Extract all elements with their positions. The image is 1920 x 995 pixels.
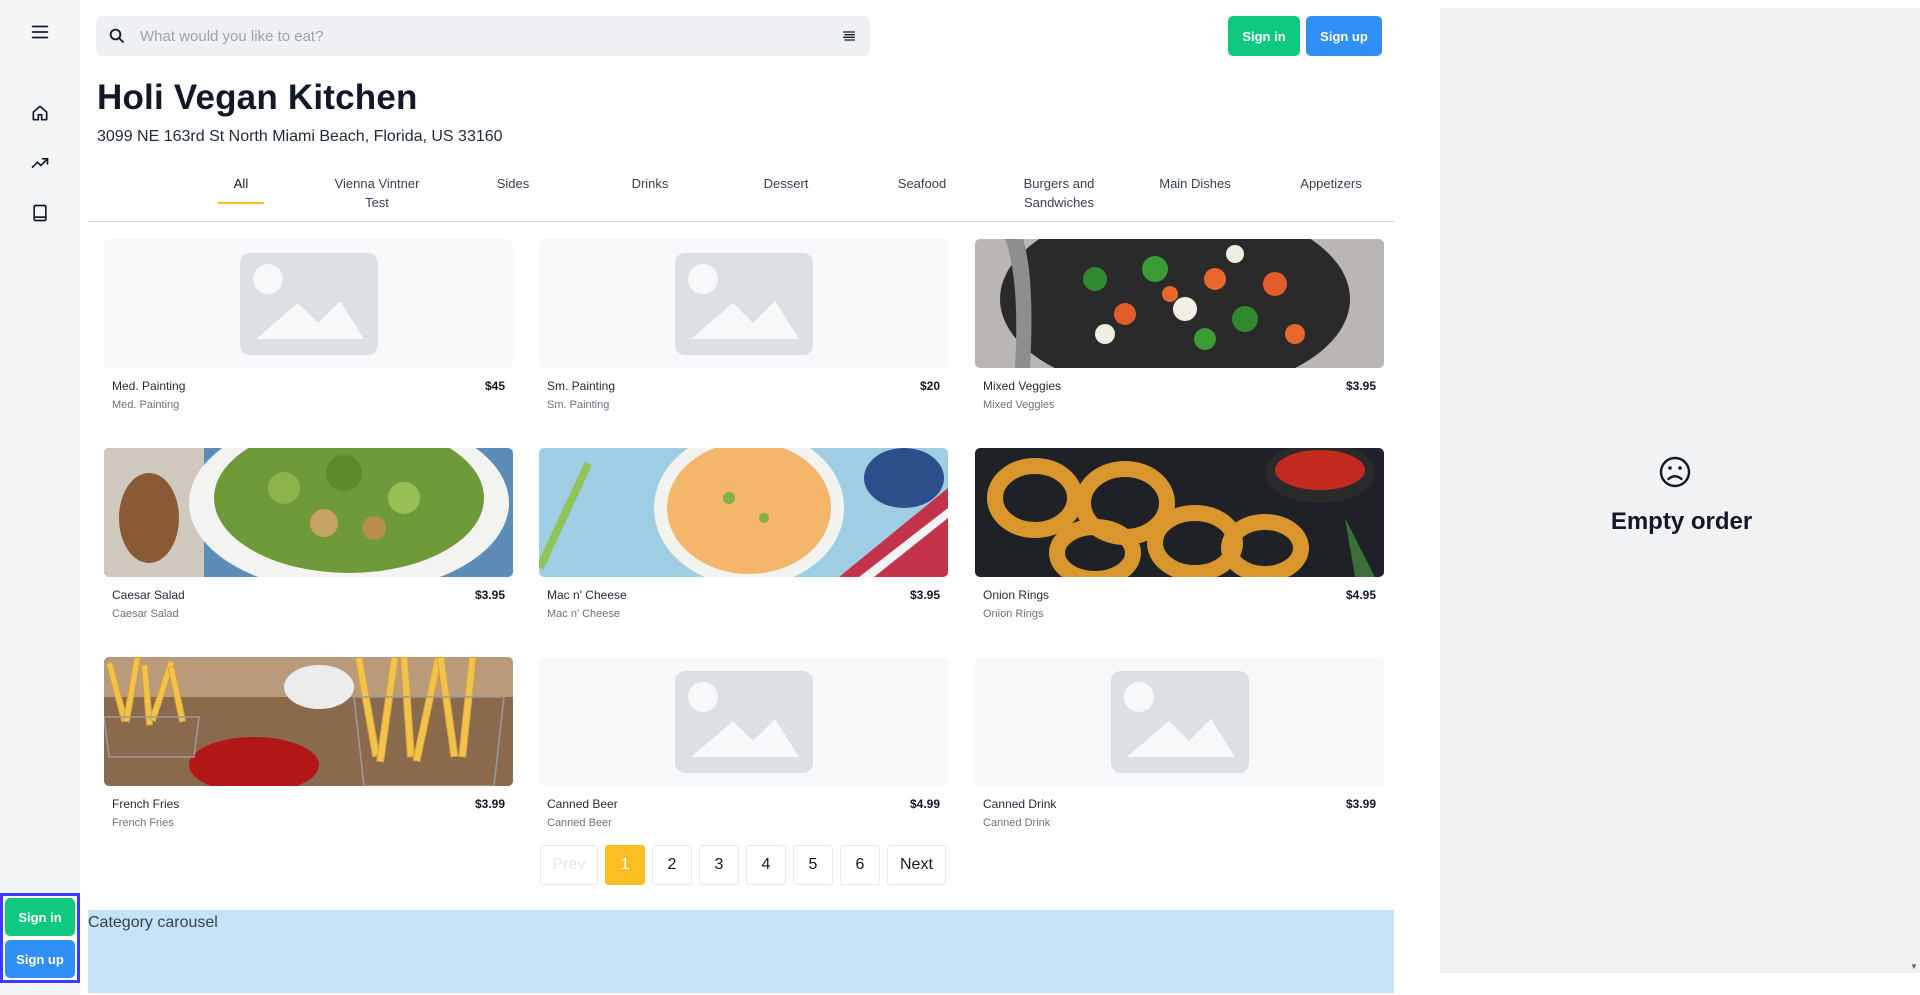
restaurant-name: Holi Vegan Kitchen	[97, 78, 418, 117]
tab-label: Burgers and Sandwiches	[1023, 176, 1095, 210]
tab-label: Appetizers	[1300, 176, 1362, 191]
sidebar: Sign in Sign up	[0, 0, 80, 995]
tab-seafood[interactable]: Seafood	[872, 174, 972, 193]
item-name: Sm. Painting	[547, 379, 616, 393]
tab-label: Seafood	[897, 176, 947, 191]
tab-appetizers[interactable]: Appetizers	[1281, 174, 1381, 193]
menu-item-card[interactable]: Onion Rings $4.95 Onion Rings	[975, 448, 1384, 638]
placeholder-image-icon	[104, 239, 513, 368]
item-price: $4.95	[1345, 588, 1376, 602]
page-button-1[interactable]: 1	[605, 845, 645, 885]
placeholder-image-icon	[539, 657, 948, 786]
item-description: Onion Rings	[983, 608, 1044, 620]
tab-drinks[interactable]: Drinks	[600, 174, 700, 193]
sad-face-icon	[1659, 456, 1691, 488]
tab-label: Vienna Vintner Test	[334, 176, 420, 210]
item-name: Canned Beer	[547, 797, 618, 811]
item-description: Canned Drink	[983, 817, 1051, 829]
item-description: Mac n' Cheese	[547, 608, 621, 620]
sidebar-sign-up-button[interactable]: Sign up	[5, 940, 75, 978]
sign-up-button[interactable]: Sign up	[1306, 16, 1382, 56]
item-description: Med. Painting	[112, 399, 180, 411]
search-icon	[108, 27, 126, 45]
tab-label: All	[233, 176, 249, 191]
menu-item-card[interactable]: Sm. Painting $20 Sm. Painting	[539, 239, 948, 429]
item-name: Caesar Salad	[112, 588, 185, 602]
onion-rings-photo	[975, 448, 1384, 577]
item-price: $3.95	[909, 588, 940, 602]
category-carousel: Category carousel	[88, 910, 1394, 993]
page-button-6[interactable]: 6	[840, 845, 880, 885]
tab-label: Sides	[496, 176, 530, 191]
menu-item-card[interactable]: Mac n' Cheese $3.95 Mac n' Cheese	[539, 448, 948, 638]
placeholder-image-icon	[975, 657, 1384, 786]
item-price: $3.95	[1345, 379, 1376, 393]
trending-icon[interactable]	[24, 147, 56, 179]
app: Sign in Sign up Sign in Sign up Holi Veg…	[0, 0, 1920, 995]
item-name: Mac n' Cheese	[547, 588, 627, 602]
sign-in-button[interactable]: Sign in	[1228, 16, 1300, 56]
item-price: $4.99	[909, 797, 940, 811]
item-price: $45	[484, 379, 505, 393]
tab-sides[interactable]: Sides	[463, 174, 563, 193]
mac-cheese-photo	[539, 448, 948, 577]
item-price: $3.95	[474, 588, 505, 602]
caesar-salad-photo	[104, 448, 513, 577]
prev-page-button[interactable]: Prev	[540, 845, 598, 885]
item-name: Med. Painting	[112, 379, 186, 393]
item-description: Canned Beer	[547, 817, 612, 829]
pagination: Prev 1 2 3 4 5 6 Next	[540, 845, 946, 885]
placeholder-image-icon	[539, 239, 948, 368]
next-page-button[interactable]: Next	[887, 845, 946, 885]
item-price: $3.99	[1345, 797, 1376, 811]
empty-order-text: Empty order	[1610, 508, 1753, 535]
item-description: Caesar Salad	[112, 608, 179, 620]
category-tabs: All Vienna Vintner Test Sides Drinks Des…	[88, 168, 1394, 222]
menu-item-card[interactable]: Canned Drink $3.99 Canned Drink	[975, 657, 1384, 847]
search-input[interactable]	[140, 27, 840, 45]
item-description: Mixed Veggies	[983, 399, 1055, 411]
item-name: Mixed Veggies	[983, 379, 1062, 393]
header-auth-group: Sign in Sign up	[1228, 16, 1382, 56]
menu-item-card[interactable]: Caesar Salad $3.95 Caesar Salad	[104, 448, 513, 638]
page-button-2[interactable]: 2	[652, 845, 692, 885]
item-price: $20	[919, 379, 940, 393]
menu-item-card[interactable]: Mixed Veggies $3.95 Mixed Veggies	[975, 239, 1384, 429]
restaurant-address: 3099 NE 163rd St North Miami Beach, Flor…	[97, 128, 503, 145]
item-name: French Fries	[112, 797, 180, 811]
menu-icon[interactable]	[24, 16, 56, 48]
tab-burgers-and-sandwiches[interactable]: Burgers and Sandwiches	[1009, 174, 1109, 212]
sidebar-auth-group: Sign in Sign up	[0, 893, 80, 983]
item-price: $3.99	[474, 797, 505, 811]
page-button-3[interactable]: 3	[699, 845, 739, 885]
menu-item-card[interactable]: Canned Beer $4.99 Canned Beer	[539, 657, 948, 847]
mixed-veggies-photo	[975, 239, 1384, 368]
search-bar	[96, 16, 870, 56]
tab-label: Drinks	[631, 176, 669, 191]
filter-icon[interactable]	[840, 27, 858, 45]
carousel-label: Category carousel	[88, 914, 218, 931]
menu-item-card[interactable]: Med. Painting $45 Med. Painting	[104, 239, 513, 429]
main-content: Sign in Sign up Holi Vegan Kitchen 3099 …	[88, 0, 1394, 995]
tab-all[interactable]: All	[191, 174, 291, 204]
scroll-down-arrow-icon[interactable]: ▼	[1910, 962, 1918, 971]
tab-dessert[interactable]: Dessert	[736, 174, 836, 193]
page-button-5[interactable]: 5	[793, 845, 833, 885]
menu-item-card[interactable]: French Fries $3.99 French Fries	[104, 657, 513, 847]
order-panel: Empty order	[1440, 8, 1920, 973]
tab-label: Main Dishes	[1159, 176, 1231, 191]
page-button-4[interactable]: 4	[746, 845, 786, 885]
item-description: French Fries	[112, 817, 174, 829]
active-tab-underline	[218, 202, 264, 204]
tab-label: Dessert	[763, 176, 809, 191]
item-name: Onion Rings	[983, 588, 1050, 602]
home-icon[interactable]	[24, 97, 56, 129]
french-fries-photo	[104, 657, 513, 786]
sidebar-sign-in-button[interactable]: Sign in	[5, 898, 75, 936]
item-description: Sm. Painting	[547, 399, 610, 411]
book-icon[interactable]	[24, 197, 56, 229]
tab-vienna-vintner-test[interactable]: Vienna Vintner Test	[327, 174, 427, 212]
tab-main-dishes[interactable]: Main Dishes	[1145, 174, 1245, 193]
item-name: Canned Drink	[983, 797, 1057, 811]
